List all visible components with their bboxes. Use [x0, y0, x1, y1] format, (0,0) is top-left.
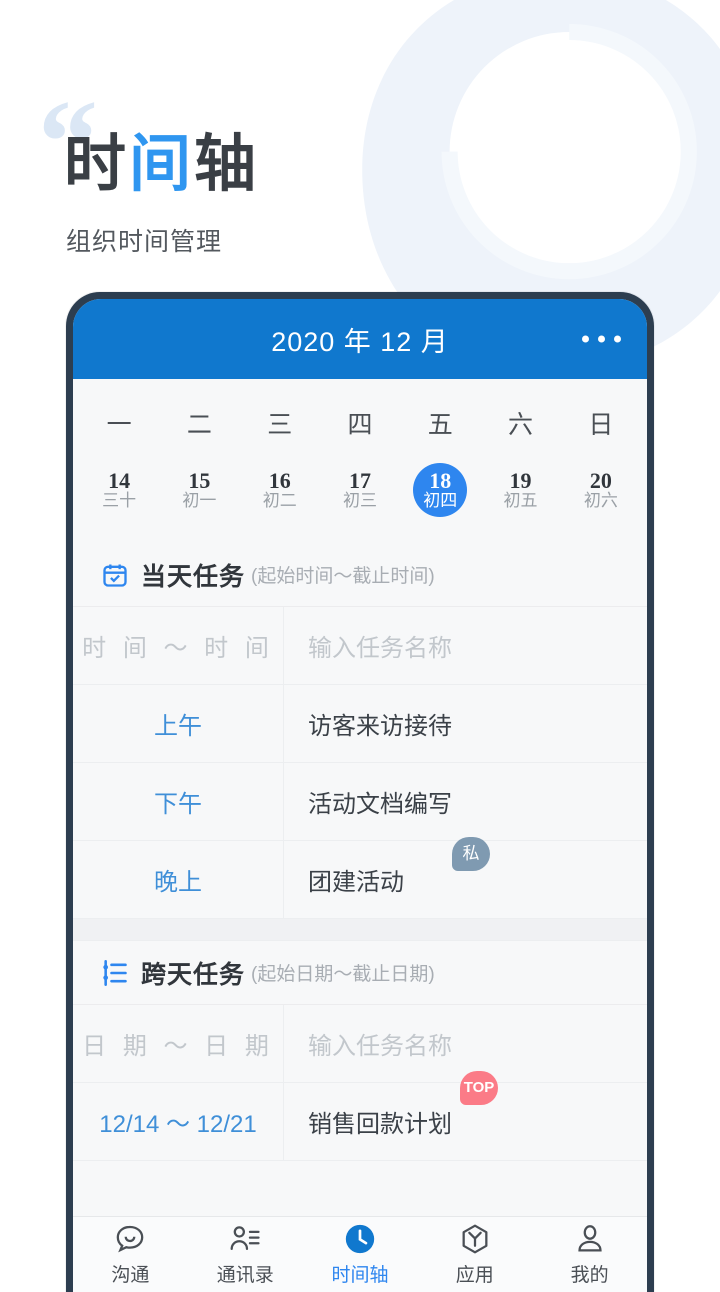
day-number: 18 — [429, 468, 452, 494]
page-title: 时间轴 — [64, 134, 259, 196]
section-title: 跨天任务 — [141, 960, 246, 989]
status-badge-private: 私 — [452, 837, 490, 871]
task-name: 团建活动 私 — [284, 837, 647, 918]
weekday-cell: 四 — [320, 405, 400, 441]
person-icon — [577, 1225, 602, 1252]
weekday-cell: 一 — [79, 405, 159, 441]
page-title-part2: 轴 — [194, 130, 260, 199]
nav-item-timeline[interactable]: 时间轴 — [303, 1217, 418, 1292]
calendar-day-16[interactable]: 16 初二 — [240, 463, 320, 517]
day-lunar: 初五 — [503, 491, 538, 511]
clock-icon — [345, 1224, 375, 1254]
nav-label: 我的 — [570, 1265, 609, 1286]
weekday-label: 日 — [588, 411, 614, 439]
task-time: 上午 — [73, 685, 284, 762]
day-number: 16 — [268, 468, 291, 494]
multiday-task-input-row[interactable]: 日 期 ～ 日 期 输入任务名称 — [73, 1005, 647, 1083]
task-name-text: 活动文档编写 — [308, 791, 452, 818]
weekday-label: 五 — [427, 411, 453, 439]
nav-label: 时间轴 — [331, 1265, 389, 1286]
task-name: 访客来访接待 — [284, 685, 647, 762]
task-time: 下午 — [73, 763, 284, 840]
today-tasks-section-header: 当天任务 (起始时间～截止时间) — [73, 543, 647, 607]
app-bar-title: 2020 年 12 月 — [271, 326, 449, 357]
calendar-check-icon — [103, 564, 127, 587]
weekday-label: 三 — [267, 411, 293, 439]
calendar-day-18-selected[interactable]: 18 初四 — [400, 463, 480, 517]
section-hint: (起始日期～截止日期) — [251, 964, 435, 985]
calendar-day-19[interactable]: 19 初五 — [480, 463, 560, 517]
nav-label: 沟通 — [111, 1265, 150, 1286]
table-row[interactable]: 12/14 ～ 12/21 销售回款计划 TOP — [73, 1071, 647, 1161]
day-number: 15 — [188, 468, 211, 494]
task-name-input[interactable]: 输入任务名称 — [284, 607, 647, 684]
calendar-weekday-row: 一 二 三 四 五 六 日 — [79, 379, 641, 441]
bottom-navigation: 沟通 通讯录 时间轴 应用 我的 — [73, 1216, 647, 1292]
task-name: 活动文档编写 — [284, 763, 647, 840]
day-number: 19 — [509, 468, 532, 494]
nav-label: 应用 — [455, 1265, 494, 1286]
section-title: 当天任务 — [141, 562, 246, 591]
promo-header: “ 时间轴 组织时间管理 — [0, 0, 720, 292]
section-hint: (起始时间～截止时间) — [251, 566, 435, 587]
day-lunar: 三十 — [102, 491, 137, 511]
app-bar: 2020 年 12 月 — [73, 299, 647, 379]
day-lunar: 初一 — [182, 491, 217, 511]
hexagon-apps-icon — [462, 1224, 488, 1254]
day-number: 14 — [108, 468, 131, 494]
nav-label: 通讯录 — [216, 1265, 274, 1286]
page-title-accent: 间 — [129, 130, 195, 199]
more-horizontal-icon[interactable] — [582, 335, 621, 343]
weekday-label: 一 — [106, 411, 132, 439]
phone-screen: 2020 年 12 月 一 二 三 四 五 六 日 14 三十 15 初一 16… — [73, 299, 647, 1292]
task-name-text: 销售回款计划 — [308, 1111, 452, 1138]
task-date-range: 12/14 ～ 12/21 — [73, 1083, 284, 1160]
nav-item-chat[interactable]: 沟通 — [73, 1217, 188, 1292]
task-time: 晚上 — [73, 841, 284, 918]
day-lunar: 初三 — [342, 491, 377, 511]
calendar-day-14[interactable]: 14 三十 — [79, 463, 159, 517]
task-name: 销售回款计划 TOP — [284, 1071, 647, 1160]
task-name-input[interactable]: 输入任务名称 — [284, 1005, 647, 1082]
day-lunar: 初四 — [423, 491, 458, 511]
selected-day-highlight: 18 初四 — [413, 463, 468, 517]
weekday-cell: 五 — [400, 405, 480, 441]
sliders-icon — [103, 959, 127, 986]
multiday-tasks-section-header: 跨天任务 (起始日期～截止日期) — [73, 941, 647, 1005]
contacts-icon — [230, 1226, 260, 1251]
weekday-cell: 二 — [159, 405, 239, 441]
weekday-label: 六 — [508, 411, 534, 439]
time-range-input[interactable]: 时 间 ～ 时 间 — [73, 607, 284, 684]
status-badge-top: TOP — [460, 1071, 498, 1105]
task-name-text: 访客来访接待 — [308, 713, 452, 740]
today-task-input-row[interactable]: 时 间 ～ 时 间 输入任务名称 — [73, 607, 647, 685]
chat-bubble-icon — [117, 1225, 144, 1253]
day-number: 20 — [589, 468, 612, 494]
table-row[interactable]: 下午 活动文档编写 — [73, 763, 647, 841]
calendar-day-20[interactable]: 20 初六 — [561, 463, 641, 517]
day-lunar: 初六 — [583, 491, 618, 511]
calendar-strip: 一 二 三 四 五 六 日 14 三十 15 初一 16 初二 17 初三 18… — [73, 379, 647, 543]
table-row[interactable]: 晚上 团建活动 私 — [73, 837, 647, 919]
calendar-date-row: 14 三十 15 初一 16 初二 17 初三 18 初四 19 初五 20 初… — [79, 441, 641, 543]
section-divider — [73, 919, 647, 941]
day-number: 17 — [348, 468, 371, 494]
date-range-input[interactable]: 日 期 ～ 日 期 — [73, 1005, 284, 1082]
weekday-cell: 六 — [480, 405, 560, 441]
task-name-text: 团建活动 — [308, 869, 404, 896]
weekday-label: 四 — [347, 411, 373, 439]
table-row[interactable]: 上午 访客来访接待 — [73, 685, 647, 763]
page-subtitle: 组织时间管理 — [66, 228, 223, 256]
nav-item-apps[interactable]: 应用 — [417, 1217, 532, 1292]
day-lunar: 初二 — [262, 491, 297, 511]
weekday-label: 二 — [186, 411, 212, 439]
nav-item-contacts[interactable]: 通讯录 — [188, 1217, 303, 1292]
weekday-cell: 三 — [240, 405, 320, 441]
weekday-cell: 日 — [561, 405, 641, 441]
calendar-day-15[interactable]: 15 初一 — [159, 463, 239, 517]
phone-mockup: 2020 年 12 月 一 二 三 四 五 六 日 14 三十 15 初一 16… — [66, 292, 654, 1292]
nav-item-profile[interactable]: 我的 — [532, 1217, 647, 1292]
page-title-part1: 时 — [64, 130, 130, 199]
calendar-day-17[interactable]: 17 初三 — [320, 463, 400, 517]
